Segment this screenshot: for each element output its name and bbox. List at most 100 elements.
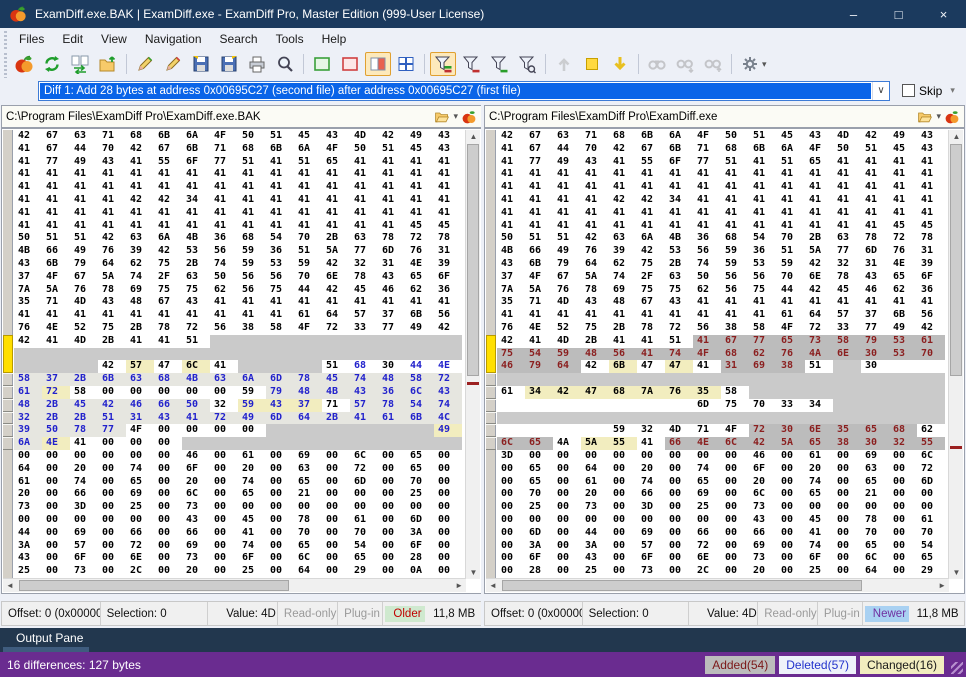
find-prev-icon[interactable] xyxy=(700,52,726,76)
hex-byte: 41 xyxy=(609,181,637,194)
menu-navigation[interactable]: Navigation xyxy=(136,30,211,48)
menu-tools[interactable]: Tools xyxy=(267,30,313,48)
hex-byte: 6C xyxy=(350,450,378,463)
toolbar-grip[interactable] xyxy=(2,50,10,78)
hex-byte xyxy=(350,437,378,450)
hex-byte: 00 xyxy=(154,514,182,527)
first-file-hscrollbar[interactable]: ◄ ► xyxy=(3,578,466,592)
hscroll-thumb[interactable] xyxy=(502,580,862,591)
hex-byte: 6F xyxy=(70,552,98,565)
hex-row: 73003D00250073000000000000000000 xyxy=(14,501,466,514)
menu-help[interactable]: Help xyxy=(313,30,356,48)
compare-icon[interactable] xyxy=(11,52,37,76)
scroll-left-icon[interactable]: ◄ xyxy=(489,581,497,590)
filter-all-icon[interactable] xyxy=(430,52,456,76)
filter-changed-icon[interactable] xyxy=(514,52,540,76)
hex-byte: 43 xyxy=(378,271,406,284)
view-split-icon[interactable] xyxy=(365,52,391,76)
find-icon[interactable] xyxy=(644,52,670,76)
second-file-hex-view[interactable]: 42676371686B6A4F505145434D42494341674470… xyxy=(484,128,965,594)
hex-byte: 6D xyxy=(266,373,294,386)
diff-combobox[interactable]: Diff 1: Add 28 bytes at address 0x00695C… xyxy=(38,81,890,101)
open-file-icon[interactable] xyxy=(917,109,933,125)
hex-byte: 45 xyxy=(294,130,322,143)
hex-byte: 00 xyxy=(497,527,525,540)
options-icon[interactable] xyxy=(737,52,763,76)
second-file-hscrollbar[interactable]: ◄ ► xyxy=(486,578,949,592)
scroll-right-icon[interactable]: ► xyxy=(455,581,463,590)
hex-byte: 63 xyxy=(126,232,154,245)
hex-byte: 63 xyxy=(861,463,889,476)
scroll-right-icon[interactable]: ► xyxy=(938,581,946,590)
compare-mini-icon[interactable] xyxy=(461,109,477,125)
hex-byte xyxy=(210,348,238,361)
skip-caret-icon[interactable]: ▾ xyxy=(950,85,955,96)
find-next-icon[interactable] xyxy=(672,52,698,76)
print-icon[interactable] xyxy=(244,52,270,76)
view-first-only-icon[interactable] xyxy=(309,52,335,76)
swap-panes-icon[interactable] xyxy=(67,52,93,76)
menu-files[interactable]: Files xyxy=(10,30,53,48)
hex-row: 41414141414141414141414141414141 xyxy=(14,168,466,181)
value-status: Value: 4D xyxy=(701,602,758,625)
second-file-vscrollbar[interactable]: ▲ ▼ xyxy=(948,130,963,579)
hex-grid-right[interactable]: 42676371686B6A4F505145434D42494341674470… xyxy=(497,130,949,579)
hex-byte: 41 xyxy=(182,309,210,322)
open-file-icon[interactable] xyxy=(434,109,450,125)
view-grid-icon[interactable] xyxy=(393,52,419,76)
edit-second-icon[interactable] xyxy=(160,52,186,76)
hex-byte: 31 xyxy=(861,258,889,271)
maximize-button[interactable]: □ xyxy=(876,0,921,28)
hex-byte: 00 xyxy=(665,514,693,527)
hex-byte: 44 xyxy=(553,143,581,156)
menu-search[interactable]: Search xyxy=(211,30,267,48)
next-diff-icon[interactable] xyxy=(607,52,633,76)
open-file-caret-icon[interactable]: ▾ xyxy=(936,111,941,122)
view-second-only-icon[interactable] xyxy=(337,52,363,76)
first-file-hex-view[interactable]: 42676371686B6A4F505145434D42494341674470… xyxy=(1,128,482,594)
hscroll-thumb[interactable] xyxy=(19,580,289,591)
hex-byte: 41 xyxy=(637,181,665,194)
hex-byte: 73 xyxy=(14,501,42,514)
hex-byte: 68 xyxy=(154,373,182,386)
edit-first-icon[interactable] xyxy=(132,52,158,76)
hex-byte: 42 xyxy=(581,232,609,245)
combo-dropdown-icon[interactable]: ∨ xyxy=(872,82,889,100)
resize-grip[interactable] xyxy=(951,662,963,674)
zoom-view-icon[interactable] xyxy=(272,52,298,76)
prev-diff-icon[interactable] xyxy=(551,52,577,76)
skip-checkbox[interactable] xyxy=(902,84,915,97)
close-button[interactable]: × xyxy=(921,0,966,28)
scroll-down-icon[interactable]: ▼ xyxy=(949,568,964,577)
scroll-up-icon[interactable]: ▲ xyxy=(466,132,481,141)
menu-grip[interactable] xyxy=(2,28,10,50)
hex-grid-left[interactable]: 42676371686B6A4F505145434D42494341674470… xyxy=(14,130,466,579)
scroll-up-icon[interactable]: ▲ xyxy=(949,132,964,141)
hex-row: 42676371686B6A4F505145434D424943 xyxy=(14,130,466,143)
hex-byte: 73 xyxy=(70,565,98,578)
scroll-down-icon[interactable]: ▼ xyxy=(466,568,481,577)
save-second-icon[interactable] xyxy=(216,52,242,76)
scroll-left-icon[interactable]: ◄ xyxy=(6,581,14,590)
options-caret-icon[interactable]: ▾ xyxy=(762,59,767,70)
hex-byte: 70 xyxy=(294,271,322,284)
hex-byte: 6C xyxy=(294,552,322,565)
hex-byte: 42 xyxy=(497,335,525,348)
filter-added-icon[interactable] xyxy=(486,52,512,76)
vscroll-thumb[interactable] xyxy=(467,144,479,376)
menu-view[interactable]: View xyxy=(92,30,136,48)
open-file-caret-icon[interactable]: ▾ xyxy=(453,111,458,122)
first-file-vscrollbar[interactable]: ▲ ▼ xyxy=(465,130,480,579)
hex-byte: 32 xyxy=(637,424,665,437)
filter-deleted-icon[interactable] xyxy=(458,52,484,76)
minimize-button[interactable]: – xyxy=(831,0,876,28)
vscroll-thumb[interactable] xyxy=(950,144,962,376)
refresh-icon[interactable] xyxy=(39,52,65,76)
menu-edit[interactable]: Edit xyxy=(53,30,92,48)
current-diff-icon[interactable] xyxy=(579,52,605,76)
tab-output-pane[interactable]: Output Pane xyxy=(16,631,83,645)
compare-mini-icon[interactable] xyxy=(944,109,960,125)
hex-byte: 38 xyxy=(721,322,749,335)
save-first-icon[interactable] xyxy=(188,52,214,76)
open-folder-icon[interactable] xyxy=(95,52,121,76)
